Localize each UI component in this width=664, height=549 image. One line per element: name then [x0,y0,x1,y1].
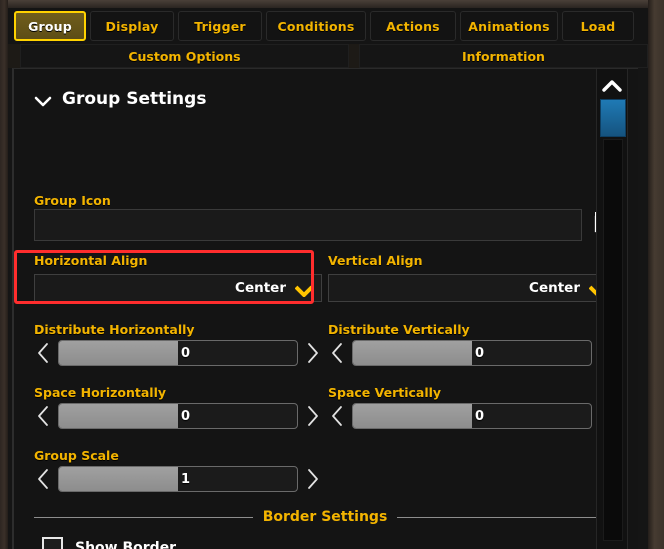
chevron-down-icon [34,93,52,107]
tab-load[interactable]: Load [562,11,634,41]
slider-fill [59,467,178,491]
distribute-horizontally-value: 0 [181,345,191,361]
horizontal-align-value: Center [235,280,286,296]
label-distribute-horizontally: Distribute Horizontally [34,322,195,337]
show-border-checkbox[interactable] [42,537,63,549]
space-vertically-value: 0 [475,408,485,424]
tab-group-label: Group [28,18,72,34]
chevron-left-icon[interactable] [328,340,346,366]
space-horizontally-control: 0 [34,402,322,430]
chevron-left-icon[interactable] [34,340,52,366]
chevron-left-icon[interactable] [34,403,52,429]
label-space-vertically: Space Vertically [328,385,442,400]
window-left-edge [0,0,8,549]
section-header-group-settings[interactable]: Group Settings [34,89,206,109]
distribute-vertically-slider[interactable]: 0 [352,340,592,366]
tab-display-label: Display [105,18,159,34]
space-vertically-slider[interactable]: 0 [352,403,592,429]
chevron-up-icon [602,79,622,92]
scrollbar-track[interactable] [603,139,623,541]
scrollbar-thumb[interactable] [600,99,626,137]
show-border-checkbox-row[interactable]: Show Border [42,537,176,549]
tab-conditions-label: Conditions [277,18,355,34]
space-vertically-control: 0 [328,402,616,430]
label-group-icon: Group Icon [34,193,111,208]
divider-line-left [34,516,253,518]
horizontal-align-dropdown[interactable]: Center [34,274,322,302]
distribute-horizontally-control: 0 [34,339,322,367]
settings-panel: Group Settings Group Icon Horizontal Ali… [12,68,638,549]
section-title-group-settings: Group Settings [62,89,207,109]
chevron-right-icon[interactable] [304,403,322,429]
chevron-left-icon[interactable] [34,466,52,492]
chevron-right-icon[interactable] [304,466,322,492]
slider-fill [59,404,178,428]
subtab-information-label: Information [461,48,545,64]
tab-actions[interactable]: Actions [370,11,456,41]
label-group-scale: Group Scale [34,448,119,463]
tab-conditions[interactable]: Conditions [266,11,366,41]
app-window: Group Display Trigger Conditions Actions… [0,0,664,549]
tab-animations-label: Animations [468,18,550,34]
sub-tab-bar: Custom Options Information [8,44,648,68]
distribute-vertically-control: 0 [328,339,616,367]
label-horizontal-align: Horizontal Align [34,253,148,268]
distribute-vertically-value: 0 [475,345,485,361]
chevron-down-icon [294,282,314,298]
tab-trigger-label: Trigger [194,18,246,34]
slider-fill [59,341,178,365]
window-top-edge [0,0,664,8]
chevron-right-icon[interactable] [304,340,322,366]
group-scale-control: 1 [34,465,322,493]
divider-title-border-settings: Border Settings [262,509,388,525]
slider-fill [353,341,472,365]
label-distribute-vertically: Distribute Vertically [328,322,470,337]
divider-border-settings: Border Settings [34,509,617,525]
space-horizontally-slider[interactable]: 0 [58,403,298,429]
scroll-up-button[interactable] [597,77,627,93]
show-border-label: Show Border [75,539,177,549]
space-horizontally-value: 0 [181,408,191,424]
tab-animations[interactable]: Animations [460,11,558,41]
slider-fill [353,404,472,428]
subtab-information[interactable]: Information [358,44,648,68]
distribute-horizontally-slider[interactable]: 0 [58,340,298,366]
group-icon-input[interactable] [34,209,582,241]
tab-load-label: Load [580,18,616,34]
vertical-scrollbar[interactable] [596,69,628,549]
label-vertical-align: Vertical Align [328,253,423,268]
vertical-align-dropdown[interactable]: Center [328,274,616,302]
group-scale-slider[interactable]: 1 [58,466,298,492]
subtab-custom-options-label: Custom Options [128,48,241,64]
group-scale-value: 1 [181,471,191,487]
subtab-custom-options[interactable]: Custom Options [20,44,349,68]
divider-line-right [397,516,617,518]
tab-actions-label: Actions [386,18,440,34]
main-tab-bar: Group Display Trigger Conditions Actions… [8,8,648,44]
chevron-left-icon[interactable] [328,403,346,429]
tab-group[interactable]: Group [14,11,86,41]
tab-trigger[interactable]: Trigger [178,11,262,41]
label-space-horizontally: Space Horizontally [34,385,167,400]
vertical-align-value: Center [529,280,580,296]
window-right-edge [648,0,664,549]
tab-display[interactable]: Display [90,11,174,41]
settings-panel-content: Group Settings Group Icon Horizontal Ali… [20,69,620,549]
